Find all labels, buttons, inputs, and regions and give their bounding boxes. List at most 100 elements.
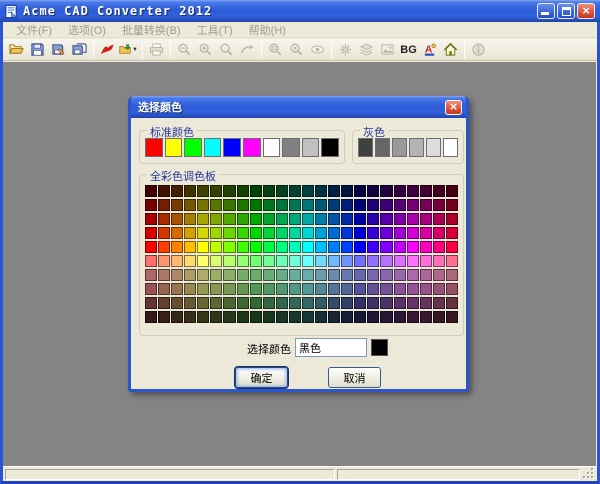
palette-color-cell[interactable] <box>210 185 222 197</box>
palette-color-cell[interactable] <box>367 269 379 281</box>
palette-color-cell[interactable] <box>367 199 379 211</box>
palette-color-cell[interactable] <box>263 213 275 225</box>
palette-color-cell[interactable] <box>197 227 209 239</box>
palette-color-cell[interactable] <box>197 311 209 323</box>
palette-color-cell[interactable] <box>354 213 366 225</box>
palette-color-cell[interactable] <box>184 297 196 309</box>
palette-color-cell[interactable] <box>184 227 196 239</box>
palette-color-cell[interactable] <box>250 311 262 323</box>
palette-color-cell[interactable] <box>250 185 262 197</box>
palette-color-cell[interactable] <box>223 269 235 281</box>
palette-color-cell[interactable] <box>354 199 366 211</box>
palette-color-cell[interactable] <box>237 311 249 323</box>
palette-color-cell[interactable] <box>446 269 458 281</box>
palette-color-cell[interactable] <box>223 213 235 225</box>
palette-color-cell[interactable] <box>237 269 249 281</box>
gray-color-swatch[interactable] <box>426 138 441 157</box>
palette-color-cell[interactable] <box>341 213 353 225</box>
bg-color-toggle[interactable]: BG <box>398 40 419 59</box>
palette-color-cell[interactable] <box>341 283 353 295</box>
palette-color-cell[interactable] <box>407 297 419 309</box>
open-file-icon[interactable] <box>6 40 27 59</box>
palette-color-cell[interactable] <box>145 199 157 211</box>
palette-color-cell[interactable] <box>354 241 366 253</box>
standard-color-swatch[interactable] <box>263 138 281 157</box>
palette-color-cell[interactable] <box>420 227 432 239</box>
palette-color-cell[interactable] <box>145 227 157 239</box>
maximize-button[interactable] <box>557 3 575 19</box>
palette-color-cell[interactable] <box>158 185 170 197</box>
palette-color-cell[interactable] <box>315 283 327 295</box>
palette-color-cell[interactable] <box>394 311 406 323</box>
palette-color-cell[interactable] <box>223 297 235 309</box>
palette-color-cell[interactable] <box>289 297 301 309</box>
palette-color-cell[interactable] <box>171 241 183 253</box>
palette-color-cell[interactable] <box>341 297 353 309</box>
palette-color-cell[interactable] <box>328 297 340 309</box>
palette-color-cell[interactable] <box>394 241 406 253</box>
info-icon[interactable] <box>468 40 489 59</box>
palette-color-cell[interactable] <box>302 213 314 225</box>
convert-icon[interactable] <box>97 40 118 59</box>
standard-color-swatch[interactable] <box>165 138 183 157</box>
palette-color-cell[interactable] <box>380 255 392 267</box>
dropdown-arrow-icon[interactable]: ▼ <box>132 47 138 53</box>
palette-color-cell[interactable] <box>263 199 275 211</box>
palette-color-cell[interactable] <box>433 311 445 323</box>
zoom-extents-icon[interactable] <box>286 40 307 59</box>
palette-color-cell[interactable] <box>433 241 445 253</box>
palette-color-cell[interactable] <box>420 199 432 211</box>
palette-color-cell[interactable] <box>328 185 340 197</box>
palette-color-cell[interactable] <box>158 213 170 225</box>
palette-color-cell[interactable] <box>341 241 353 253</box>
menu-item-2[interactable]: 选项(O) <box>61 21 113 39</box>
palette-color-cell[interactable] <box>184 213 196 225</box>
palette-color-cell[interactable] <box>263 269 275 281</box>
palette-color-cell[interactable] <box>394 255 406 267</box>
palette-color-cell[interactable] <box>237 255 249 267</box>
palette-color-cell[interactable] <box>145 241 157 253</box>
image-export-icon[interactable] <box>377 40 398 59</box>
standard-color-swatch[interactable] <box>302 138 320 157</box>
palette-color-cell[interactable] <box>276 269 288 281</box>
palette-color-cell[interactable] <box>210 269 222 281</box>
palette-color-cell[interactable] <box>289 255 301 267</box>
menu-item-5[interactable]: 帮助(H) <box>242 21 293 39</box>
palette-color-cell[interactable] <box>302 185 314 197</box>
palette-color-cell[interactable] <box>145 255 157 267</box>
palette-color-cell[interactable] <box>263 227 275 239</box>
menu-item-3[interactable]: 批量转换(B) <box>115 21 188 39</box>
palette-color-cell[interactable] <box>328 311 340 323</box>
cancel-button[interactable]: 取消 <box>328 367 381 388</box>
palette-color-cell[interactable] <box>223 311 235 323</box>
palette-color-cell[interactable] <box>341 185 353 197</box>
palette-color-cell[interactable] <box>250 297 262 309</box>
palette-color-cell[interactable] <box>145 311 157 323</box>
palette-color-cell[interactable] <box>237 199 249 211</box>
pan-icon[interactable] <box>237 40 258 59</box>
palette-color-cell[interactable] <box>237 297 249 309</box>
zoom-in-icon[interactable] <box>195 40 216 59</box>
palette-color-cell[interactable] <box>446 213 458 225</box>
palette-color-cell[interactable] <box>184 255 196 267</box>
gray-color-swatch[interactable] <box>358 138 373 157</box>
palette-color-cell[interactable] <box>315 227 327 239</box>
palette-color-cell[interactable] <box>328 213 340 225</box>
palette-color-cell[interactable] <box>328 241 340 253</box>
palette-color-cell[interactable] <box>276 311 288 323</box>
palette-color-cell[interactable] <box>158 227 170 239</box>
palette-color-cell[interactable] <box>315 199 327 211</box>
palette-color-cell[interactable] <box>197 185 209 197</box>
palette-color-cell[interactable] <box>380 213 392 225</box>
palette-color-cell[interactable] <box>302 283 314 295</box>
palette-color-cell[interactable] <box>315 311 327 323</box>
palette-color-cell[interactable] <box>354 269 366 281</box>
palette-color-cell[interactable] <box>433 213 445 225</box>
palette-color-cell[interactable] <box>446 283 458 295</box>
palette-color-cell[interactable] <box>210 255 222 267</box>
save-all-icon[interactable] <box>69 40 90 59</box>
palette-color-cell[interactable] <box>354 255 366 267</box>
palette-color-cell[interactable] <box>446 241 458 253</box>
save-as-icon[interactable] <box>48 40 69 59</box>
palette-color-cell[interactable] <box>197 255 209 267</box>
